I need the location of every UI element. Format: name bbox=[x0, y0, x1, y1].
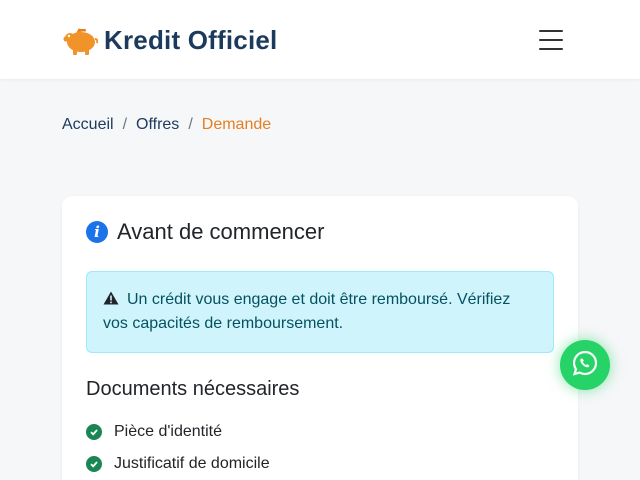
brand-name: Kredit Officiel bbox=[104, 24, 278, 55]
list-item: Pièce d'identité bbox=[86, 416, 270, 448]
info-card: i Avant de commencer Un crédit vous enga… bbox=[62, 196, 578, 480]
document-label: Pièce d'identité bbox=[114, 423, 223, 440]
hamburger-menu-icon bbox=[539, 30, 563, 32]
info-icon: i bbox=[86, 221, 108, 243]
piggy-bank-icon bbox=[62, 24, 99, 56]
breadcrumb-separator: / bbox=[122, 116, 128, 133]
check-circle-icon bbox=[86, 424, 102, 440]
navbar-toggler-button[interactable] bbox=[532, 24, 570, 56]
breadcrumb-item-active: Demande bbox=[201, 116, 272, 133]
alert-text: Un crédit vous engage et doit être rembo… bbox=[103, 291, 511, 332]
whatsapp-button[interactable] bbox=[560, 340, 610, 390]
brand-link[interactable]: Kredit Officiel bbox=[62, 22, 277, 58]
document-label: Justificatif de domicile bbox=[114, 455, 270, 472]
breadcrumb-separator: / bbox=[188, 116, 193, 133]
card-title: i Avant de commencer bbox=[86, 219, 324, 245]
documents-list: Pièce d'identité Justificatif de domicil… bbox=[86, 416, 270, 480]
whatsapp-icon bbox=[571, 349, 599, 382]
list-item: Justificatif de domicile bbox=[86, 448, 270, 480]
warning-alert: Un crédit vous engage et doit être rembo… bbox=[86, 271, 554, 353]
navbar: Kredit Officiel bbox=[0, 0, 640, 79]
check-circle-icon bbox=[86, 456, 102, 472]
card-title-text: Avant de commencer bbox=[117, 219, 325, 244]
breadcrumb: Accueil / Offres / Demande bbox=[62, 116, 271, 134]
documents-title: Documents nécessaires bbox=[86, 378, 300, 400]
breadcrumb-item-accueil[interactable]: Accueil bbox=[62, 116, 114, 134]
warning-triangle-icon bbox=[103, 289, 119, 305]
breadcrumb-item-offres[interactable]: Offres bbox=[136, 116, 179, 134]
